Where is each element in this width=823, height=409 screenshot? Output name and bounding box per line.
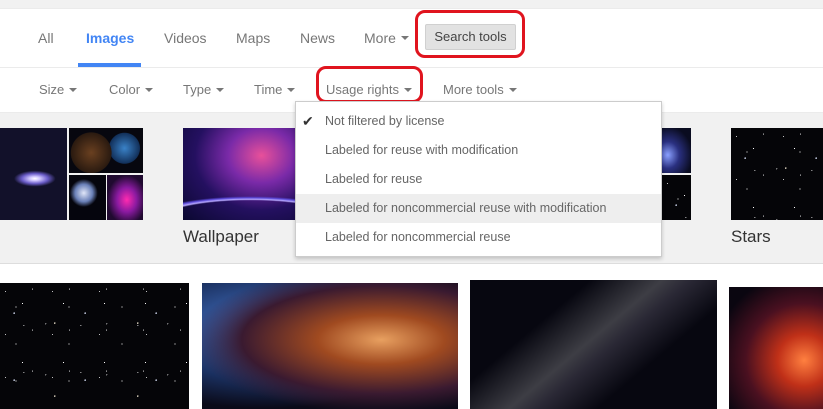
category-thumbnail[interactable]: [69, 175, 106, 220]
category-thumbnail[interactable]: [107, 175, 143, 220]
chevron-down-icon: [287, 87, 296, 92]
usage-option-not-filtered[interactable]: ✔ Not filtered by license: [296, 107, 661, 136]
tool-usage-rights[interactable]: Usage rights: [326, 82, 412, 97]
usage-option-reuse[interactable]: Labeled for reuse: [296, 165, 661, 194]
category-thumbnail[interactable]: [0, 128, 67, 220]
category-label-stars[interactable]: Stars: [731, 227, 771, 247]
usage-option-noncommercial[interactable]: Labeled for noncommercial reuse: [296, 223, 661, 252]
tool-type-label: Type: [183, 82, 212, 97]
search-tabs: All Images Videos Maps News More Search …: [0, 9, 823, 68]
tab-images[interactable]: Images: [86, 30, 134, 46]
usage-option-label: Not filtered by license: [325, 114, 445, 128]
search-tools-button[interactable]: Search tools: [425, 24, 516, 50]
usage-option-noncommercial-modification[interactable]: Labeled for noncommercial reuse with mod…: [296, 194, 661, 223]
usage-option-label: Labeled for noncommercial reuse with mod…: [325, 201, 607, 215]
chevron-down-icon: [400, 36, 409, 41]
image-result[interactable]: [470, 280, 717, 409]
tab-videos[interactable]: Videos: [164, 30, 207, 46]
tool-size[interactable]: Size: [39, 82, 78, 97]
tool-color[interactable]: Color: [109, 82, 154, 97]
image-result[interactable]: [729, 287, 823, 409]
image-results: [0, 264, 823, 409]
usage-option-label: Labeled for reuse with modification: [325, 143, 519, 157]
tab-maps[interactable]: Maps: [236, 30, 270, 46]
image-result[interactable]: [0, 283, 189, 409]
category-thumbnail[interactable]: [69, 128, 143, 173]
stars-thumbnail[interactable]: [731, 128, 823, 220]
tool-usage-rights-label: Usage rights: [326, 82, 399, 97]
tool-type[interactable]: Type: [183, 82, 225, 97]
chevron-down-icon: [145, 87, 154, 92]
usage-option-reuse-modification[interactable]: Labeled for reuse with modification: [296, 136, 661, 165]
wallpaper-thumbnail[interactable]: [183, 128, 295, 220]
category-label-wallpaper[interactable]: Wallpaper: [183, 227, 259, 247]
chevron-down-icon: [69, 87, 78, 92]
tab-more-label: More: [364, 30, 396, 46]
image-result[interactable]: [202, 283, 458, 409]
chevron-down-icon: [508, 87, 517, 92]
tool-time[interactable]: Time: [254, 82, 296, 97]
tab-news[interactable]: News: [300, 30, 335, 46]
chevron-down-icon: [403, 87, 412, 92]
category-thumbnail[interactable]: [662, 128, 691, 173]
chevron-down-icon: [216, 87, 225, 92]
top-strip: [0, 0, 823, 9]
tab-more[interactable]: More: [364, 30, 409, 46]
checkmark-icon: ✔: [302, 113, 314, 129]
tool-more-tools[interactable]: More tools: [443, 82, 517, 97]
tool-more-tools-label: More tools: [443, 82, 504, 97]
tool-time-label: Time: [254, 82, 283, 97]
tab-all[interactable]: All: [38, 30, 54, 46]
usage-option-label: Labeled for reuse: [325, 172, 423, 186]
category-thumbnail[interactable]: [662, 175, 691, 220]
tool-color-label: Color: [109, 82, 141, 97]
active-tab-indicator: [78, 63, 141, 67]
tool-size-label: Size: [39, 82, 65, 97]
usage-option-label: Labeled for noncommercial reuse: [325, 230, 511, 244]
usage-rights-menu: ✔ Not filtered by license Labeled for re…: [295, 101, 662, 257]
